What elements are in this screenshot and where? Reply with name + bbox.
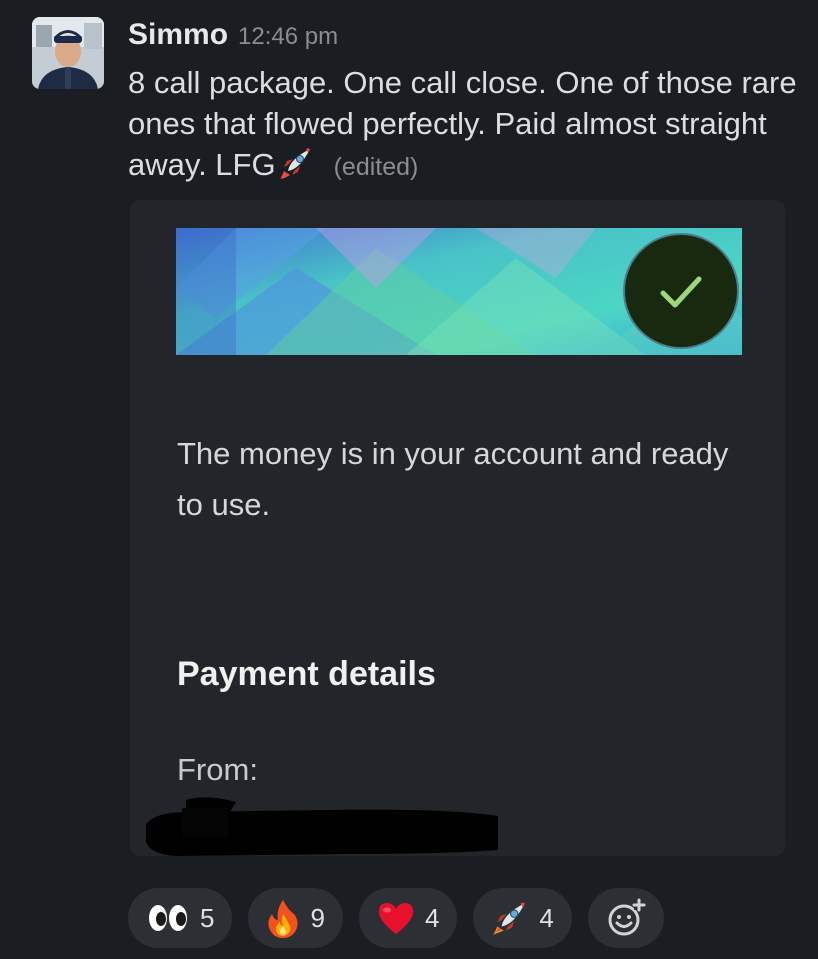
red-heart-icon xyxy=(378,903,413,934)
avatar[interactable] xyxy=(32,17,104,89)
add-reaction-icon xyxy=(608,898,646,936)
receipt-message: The money is in your account and ready t… xyxy=(177,436,729,522)
message-text: 8 call package. One call close. One of t… xyxy=(128,62,808,188)
add-reaction-button[interactable] xyxy=(587,888,664,948)
edited-label: (edited) xyxy=(333,153,419,181)
rocket-icon xyxy=(493,902,526,935)
checkmark-icon xyxy=(623,233,739,349)
author-name[interactable]: Simmo xyxy=(128,18,228,52)
reaction-rocket[interactable]: 4 xyxy=(473,888,572,948)
message-body: 8 call package. One call close. One of t… xyxy=(128,65,797,182)
from-label: From: xyxy=(177,752,258,787)
redaction-mark xyxy=(146,794,498,856)
message-timestamp[interactable]: 12:46 pm xyxy=(238,23,338,51)
message: Simmo 12:46 pm 8 call package. One call … xyxy=(0,0,818,959)
fire-icon xyxy=(268,900,299,938)
image-attachment[interactable]: The money is in your account and ready t… xyxy=(130,200,785,856)
reaction-count: 4 xyxy=(424,902,440,933)
reaction-count: 9 xyxy=(310,902,325,933)
reaction-eyes[interactable]: 5 xyxy=(128,888,233,948)
reaction-count: 4 xyxy=(539,902,554,933)
payment-details-heading: Payment details xyxy=(177,655,436,693)
reaction-heart[interactable]: 4 xyxy=(358,888,458,948)
reaction-fire[interactable]: 9 xyxy=(248,888,343,948)
rocket-icon xyxy=(279,148,310,179)
reactions-bar: 5 9 4 4 xyxy=(128,888,664,948)
eyes-icon xyxy=(149,905,187,931)
reaction-count: 5 xyxy=(200,902,215,933)
message-header: Simmo 12:46 pm xyxy=(128,18,338,52)
